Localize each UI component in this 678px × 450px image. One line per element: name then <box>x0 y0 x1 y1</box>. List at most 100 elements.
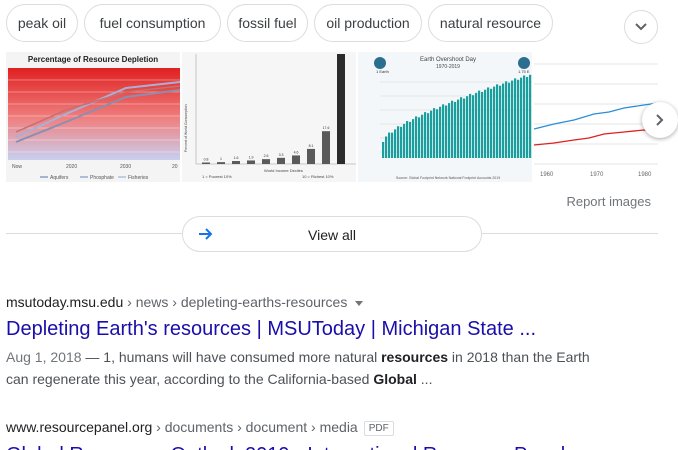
overshoot-bar <box>472 95 475 158</box>
overshoot-bar <box>439 106 442 158</box>
overshoot-bar <box>415 116 418 158</box>
overshoot-bar <box>520 77 523 158</box>
bar <box>292 155 300 164</box>
svg-text:1 Earth: 1 Earth <box>376 69 389 74</box>
result-domain: msutoday.msu.edu <box>6 294 124 310</box>
report-images-link[interactable]: Report images <box>566 194 651 209</box>
bar-label: 1 <box>220 157 222 161</box>
bar <box>307 148 315 164</box>
bar-label: 1.6 <box>234 156 239 160</box>
view-all-button[interactable]: View all <box>182 216 482 252</box>
svg-text:Phosphate: Phosphate <box>90 175 114 181</box>
svg-text:1.75 E: 1.75 E <box>518 69 530 74</box>
overshoot-bar <box>481 91 484 158</box>
images-next-button[interactable] <box>642 102 678 138</box>
overshoot-bar <box>508 82 511 158</box>
svg-text:1980: 1980 <box>638 172 652 178</box>
result-title-link[interactable]: Global Resources Outlook 2019 - Internat… <box>6 442 666 450</box>
bar <box>232 161 240 164</box>
overshoot-bar <box>418 117 421 158</box>
image-strip: Percentage of Resource Depletion Now 202… <box>6 52 658 182</box>
overshoot-bar <box>523 75 526 158</box>
image-world-consumption-bars[interactable]: Percent of World Consumption World Incom… <box>182 52 356 182</box>
svg-text:1 = Poorest 10%: 1 = Poorest 10% <box>202 174 232 179</box>
chip-fossil-fuel[interactable]: fossil fuel <box>227 4 308 42</box>
related-chips: peak oil fuel consumption fossil fuel oi… <box>0 4 678 44</box>
overshoot-bar <box>460 97 463 158</box>
svg-text:1970: 1970 <box>590 172 604 178</box>
bar-label: 4.6 <box>294 150 299 154</box>
bar <box>217 162 225 164</box>
overshoot-bar <box>502 83 505 158</box>
bar <box>337 54 345 164</box>
result-path: › documents › document › media <box>152 419 358 435</box>
chevron-down-icon <box>635 23 647 31</box>
overshoot-bar <box>478 90 481 158</box>
chip-oil-production[interactable]: oil production <box>314 4 422 42</box>
overshoot-bar <box>424 112 427 158</box>
result-cite: msutoday.msu.edu › news › depleting-eart… <box>6 294 666 310</box>
overshoot-bar <box>382 142 385 158</box>
svg-text:20: 20 <box>172 164 178 170</box>
view-all-label: View all <box>308 227 356 243</box>
overshoot-bar <box>493 86 496 158</box>
overshoot-bar <box>496 84 499 158</box>
overshoot-bar <box>442 104 445 158</box>
chip-peak-oil[interactable]: peak oil <box>6 4 78 42</box>
overshoot-bar <box>445 105 448 158</box>
result-domain: www.resourcepanel.org <box>6 419 153 435</box>
overshoot-bar <box>514 78 517 158</box>
overshoot-bar <box>427 113 430 158</box>
bar <box>277 157 285 164</box>
overshoot-bar <box>499 85 502 158</box>
chip-fuel-consumption[interactable]: fuel consumption <box>84 4 221 42</box>
bar-label: 1.9 <box>249 155 254 159</box>
overshoot-bar <box>451 100 454 158</box>
overshoot-bar <box>448 103 451 158</box>
overshoot-bar <box>403 123 406 158</box>
overshoot-bar <box>385 136 388 158</box>
chevron-right-icon <box>656 114 664 126</box>
result-title-link[interactable]: Depleting Earth's resources | MSUToday |… <box>6 316 666 342</box>
image1-title: Percentage of Resource Depletion <box>28 55 158 64</box>
image-line-chart[interactable]: 1960 1970 1980 <box>534 52 658 182</box>
bar-label: 3.3 <box>279 153 284 157</box>
overshoot-bar <box>409 121 412 158</box>
chips-next-button[interactable] <box>624 10 658 44</box>
overshoot-bar <box>436 109 439 158</box>
overshoot-bar <box>511 80 514 158</box>
overshoot-bar <box>400 126 403 158</box>
overshoot-bar <box>463 98 466 158</box>
svg-text:Source: Global Footprint Netwo: Source: Global Footprint Network Nationa… <box>396 176 500 180</box>
bar-label: 8.1 <box>309 144 314 148</box>
svg-text:Now: Now <box>12 164 22 170</box>
svg-text:Aquifers: Aquifers <box>50 175 69 181</box>
caret-down-icon[interactable] <box>355 300 364 306</box>
search-result: msutoday.msu.edu › news › depleting-eart… <box>6 294 666 390</box>
svg-text:Fisheries: Fisheries <box>128 175 149 181</box>
image-resource-depletion[interactable]: Percentage of Resource Depletion Now 202… <box>6 52 180 182</box>
bar <box>322 131 330 164</box>
overshoot-bar <box>487 87 490 158</box>
overshoot-bar <box>457 99 460 158</box>
overshoot-bar <box>469 93 472 158</box>
chip-natural-resource[interactable]: natural resource <box>428 4 553 42</box>
bar-label: 2.6 <box>264 154 269 158</box>
svg-text:10 = Richest 10%: 10 = Richest 10% <box>302 174 334 179</box>
pdf-badge: PDF <box>363 421 394 436</box>
overshoot-bar <box>433 108 436 158</box>
bar-label: 0.8 <box>204 158 209 162</box>
svg-text:2020: 2020 <box>66 164 77 170</box>
overshoot-bar <box>406 121 409 158</box>
bar <box>262 159 270 164</box>
overshoot-bar <box>484 89 487 158</box>
overshoot-bar <box>430 110 433 158</box>
svg-text:Earth Overshoot Day: Earth Overshoot Day <box>420 57 476 63</box>
svg-text:1960: 1960 <box>540 172 554 178</box>
overshoot-bar <box>517 79 520 158</box>
image-earth-overshoot-day[interactable]: 1 Earth 1.75 E Earth Overshoot Day 1970-… <box>358 52 532 182</box>
overshoot-bar <box>388 132 391 158</box>
overshoot-bar <box>490 88 493 158</box>
overshoot-bar <box>421 114 424 158</box>
overshoot-bar <box>475 92 478 158</box>
